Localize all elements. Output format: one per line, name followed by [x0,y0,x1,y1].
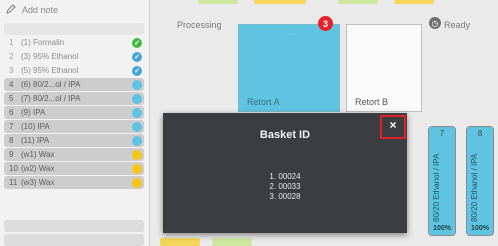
reagent-bottle[interactable]: 8 80/20 Ethanol / IPA 100% [466,126,494,236]
reagent-list-item[interactable]: 5 (7) 80/2...ol / IPA [4,92,144,105]
reagent-list-item[interactable]: 4 (6) 80/2...ol / IPA [4,78,144,91]
status-strip [394,0,434,4]
reagent-name: (9) IPA [21,108,46,117]
sidebar-empty-row [4,234,144,246]
reagent-name: (11) IPA [21,136,50,145]
status-dot-icon [132,107,142,118]
basket-id-item: 3. 00028 [269,192,301,201]
sidebar-divider [4,23,144,35]
basket-id-dialog: Basket ID × 1. 00024 2. 00033 3. 00028 [163,113,407,233]
reagent-station-number: 6 [9,108,14,117]
check-status-icon: ✓ [132,37,142,48]
reagent-name: (5) 95% Ethanol [21,66,79,75]
check-status-icon: ✓ [132,65,142,76]
processing-label: Processing [177,20,222,30]
reagent-list-item[interactable]: 10 (w2) Wax [4,162,144,175]
status-strip [212,238,252,246]
status-dot-icon [132,93,142,104]
reagent-name: (10) IPA [21,122,50,131]
status-dot-icon [132,163,142,174]
status-strip [338,0,378,4]
status-strip [198,0,238,4]
reagent-station-number: 1 [9,38,14,47]
basket-id-item: 1. 00024 [269,172,301,181]
bottle-reagent-name: 80/20 Ethanol / IPA [470,153,479,223]
reagent-station-number: 7 [9,122,14,131]
bottle-fill-percent: 100% [433,225,451,232]
reagent-list-item[interactable]: 2 (3) 95% Ethanol ✓ [4,50,144,63]
reagent-list-item[interactable]: 1 (1) Formalin ✓ [4,36,144,49]
close-button-highlight [380,115,406,139]
status-dot-icon [132,149,142,160]
reagent-list-item[interactable]: 8 (11) IPA [4,134,144,147]
reagent-station-number: 3 [9,66,14,75]
basket-id-list: 1. 00024 2. 00033 3. 00028 [163,172,407,202]
reagent-station-number: 11 [9,178,18,187]
bottle-reagent-name: 80/20 Ethanol / IPA [432,153,441,223]
reagent-list-item[interactable]: 9 (w1) Wax [4,148,144,161]
dialog-title: Basket ID [259,129,311,141]
retort-b[interactable]: Retort B [346,24,422,112]
reagent-station-number: 5 [9,94,14,103]
reagent-name: (w2) Wax [21,164,55,173]
basket-id-item: 2. 00033 [269,182,301,191]
retort-a[interactable]: · · · Retort A [238,24,340,112]
reagent-name: (3) 95% Ethanol [21,52,79,61]
bottle-number: 7 [439,129,445,138]
status-dot-icon [132,177,142,188]
status-dot-icon [132,121,142,132]
check-status-icon: ✓ [132,51,142,62]
sidebar-empty-row [4,220,144,232]
retort-a-label: Retort A [247,97,280,107]
reagent-list-item[interactable]: 11 (w3) Wax [4,176,144,189]
clock-icon: ◷ [429,17,441,29]
retort-a-content: · · · [284,32,294,38]
reagent-bottle[interactable]: 7 80/20 Ethanol / IPA 100% [428,126,456,236]
reagent-name: (w3) Wax [21,178,55,187]
reagent-name: (1) Formalin [21,38,65,47]
reagent-station-number: 8 [9,136,14,145]
add-note-label: Add note [22,5,59,15]
status-strip [254,0,306,4]
reagent-station-number: 10 [9,164,18,173]
pencil-icon [6,4,16,16]
reagent-name: (6) 80/2...ol / IPA [21,80,81,89]
bottle-fill-percent: 100% [471,225,489,232]
reagent-list-item[interactable]: 6 (9) IPA [4,106,144,119]
reagent-list-item[interactable]: 7 (10) IPA [4,120,144,133]
add-note-button[interactable]: Add note [6,4,58,16]
reagent-station-number: 9 [9,150,14,159]
reagent-station-number: 2 [9,52,14,61]
reagent-name: (7) 80/2...ol / IPA [21,94,81,103]
reagent-station-number: 4 [9,80,14,89]
status-dot-icon [132,135,142,146]
basket-count-badge[interactable]: 3 [318,16,333,31]
reagent-name: (w1) Wax [21,150,55,159]
status-dot-icon [132,79,142,90]
reagent-sidebar: Add note 1 (1) Formalin ✓ 2 (3) 95% Ethanol ✓… [0,0,150,246]
status-strip [160,238,200,246]
bottle-number: 8 [477,129,483,138]
reagent-list-item[interactable]: 3 (5) 95% Ethanol ✓ [4,64,144,77]
retort-b-label: Retort B [355,97,389,107]
ready-label: Ready [444,20,471,30]
